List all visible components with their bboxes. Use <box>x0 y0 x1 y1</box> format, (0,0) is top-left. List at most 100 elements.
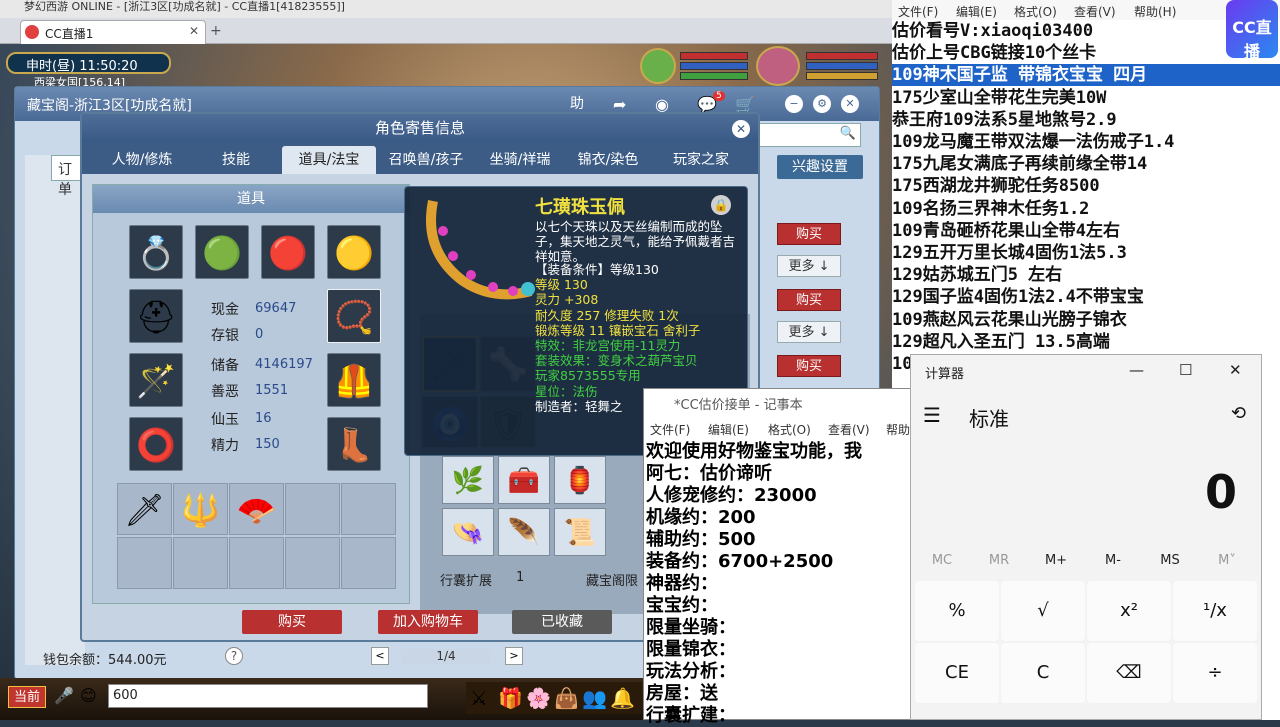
more-button[interactable]: 更多 ↓ <box>777 321 841 343</box>
settings-icon[interactable]: ⚙ <box>813 95 831 113</box>
bag-slot[interactable]: 🗡 <box>117 483 172 535</box>
menu-help[interactable]: 帮助(H) <box>1134 3 1176 20</box>
buy-button[interactable]: 购买 <box>777 355 841 377</box>
player-portrait-icon[interactable] <box>756 46 800 86</box>
emoji-icon[interactable]: 😊 <box>80 686 97 705</box>
price-list-item[interactable]: 109名扬三界神木任务1.2 <box>892 198 1280 220</box>
pet-portrait-icon[interactable] <box>640 48 676 84</box>
weapon-slot[interactable]: 🪄 <box>129 353 183 407</box>
price-list-item[interactable]: 129姑苏城五门5 左右 <box>892 264 1280 286</box>
backspace-button[interactable]: ⌫ <box>1087 643 1171 703</box>
close-icon[interactable]: ✕ <box>1229 361 1242 379</box>
menu-help[interactable]: 帮助 <box>886 421 910 438</box>
memory-list-button[interactable]: M˅ <box>1198 553 1256 568</box>
armor-slot[interactable]: 🦺 <box>327 353 381 407</box>
divide-button[interactable]: ÷ <box>1173 643 1257 703</box>
maximize-icon[interactable]: ☐ <box>1179 361 1192 379</box>
percent-button[interactable]: % <box>915 581 999 641</box>
helmet-slot[interactable]: ⛑ <box>129 289 183 343</box>
pendant-slot[interactable]: 📿 <box>327 289 381 343</box>
price-list-item[interactable]: 109神木国子监 带锦衣宝宝 四月 <box>892 64 1280 87</box>
sqrt-button[interactable]: √ <box>1001 581 1085 641</box>
bag-slot[interactable]: 👒 <box>442 508 494 556</box>
tab-home[interactable]: 玩家之家 <box>656 146 746 174</box>
ring-slot[interactable]: 💍 <box>129 225 183 279</box>
bag-slot[interactable] <box>285 537 340 589</box>
menu-format[interactable]: 格式(O) <box>768 421 811 438</box>
bag-slot[interactable]: 🪶 <box>498 508 550 556</box>
tab-pets[interactable]: 召唤兽/孩子 <box>376 146 476 174</box>
menu-view[interactable]: 查看(V) <box>828 421 870 438</box>
bag-slot[interactable] <box>229 537 284 589</box>
add-to-cart-button[interactable]: 加入购物车 <box>378 610 478 634</box>
menu-file[interactable]: 文件(F) <box>650 421 690 438</box>
interest-settings-button[interactable]: 兴趣设置 <box>777 155 863 179</box>
menu-file[interactable]: 文件(F) <box>898 3 938 20</box>
price-list-item[interactable]: 175西湖龙井狮驼任务8500 <box>892 175 1280 197</box>
reciprocal-button[interactable]: ¹/x <box>1173 581 1257 641</box>
team-skill-icon[interactable]: 👥 <box>582 686 607 710</box>
price-list-item[interactable]: 109燕赵风云花果山光膀子锦衣 <box>892 309 1280 331</box>
bag-slot[interactable]: 🌿 <box>442 456 494 504</box>
shoes-slot[interactable]: 👢 <box>327 417 381 471</box>
memory-recall-button[interactable]: MR <box>970 553 1028 568</box>
bag-slot[interactable] <box>341 537 396 589</box>
bag-skill-icon[interactable]: 👜 <box>554 686 579 710</box>
help-label[interactable]: 助 <box>570 93 584 113</box>
sword-skill-icon[interactable]: ⚔ <box>470 686 488 710</box>
flower-skill-icon[interactable]: 🌸 <box>526 686 551 710</box>
close-icon[interactable]: ✕ <box>841 95 859 113</box>
bag-slot[interactable]: 🪭 <box>229 483 284 535</box>
clear-button[interactable]: C <box>1001 643 1085 703</box>
bracelet-slot[interactable]: 🟡 <box>327 225 381 279</box>
tab-cc-live[interactable]: CC直播1 ✕ <box>20 20 206 44</box>
buy-button[interactable]: 购买 <box>777 223 841 245</box>
price-list-item[interactable]: 恭王府109法系5星地煞号2.9 <box>892 109 1280 131</box>
price-list-item[interactable]: 129超凡入圣五门 13.5高端 <box>892 331 1280 353</box>
chest-skill-icon[interactable]: 🎁 <box>498 686 523 710</box>
menu-format[interactable]: 格式(O) <box>1014 3 1057 20</box>
more-button[interactable]: 更多 ↓ <box>777 255 841 277</box>
search-icon[interactable]: 🔍 <box>840 126 856 141</box>
prev-page-button[interactable]: < <box>371 647 389 665</box>
menu-view[interactable]: 查看(V) <box>1074 3 1116 20</box>
next-page-button[interactable]: > <box>505 647 523 665</box>
tab-mounts[interactable]: 坐骑/祥瑞 <box>478 146 562 174</box>
channel-current[interactable]: 当前 <box>8 686 46 708</box>
new-tab-icon[interactable]: + <box>210 23 222 39</box>
bag-slot[interactable] <box>117 537 172 589</box>
price-list-item[interactable]: 109青岛砸桥花果山全带4左右 <box>892 220 1280 242</box>
buy-button[interactable]: 购买 <box>242 610 342 634</box>
help-icon[interactable]: ? <box>225 647 243 665</box>
memory-clear-button[interactable]: MC <box>913 553 971 568</box>
jade-slot[interactable]: 🟢 <box>195 225 249 279</box>
price-list-item[interactable]: 129五开万里长城4固伤1法5.3 <box>892 242 1280 264</box>
hamburger-menu-icon[interactable]: ☰ <box>923 403 941 427</box>
tab-skills[interactable]: 技能 <box>194 146 278 174</box>
chat-input[interactable]: 600 <box>108 684 428 708</box>
price-list-item[interactable]: 估价上号CBG链接10个丝卡 <box>892 42 1280 64</box>
price-list-item[interactable]: 175九尾女满底子再续前缘全带14 <box>892 153 1280 175</box>
close-icon[interactable]: ✕ <box>732 120 750 138</box>
memory-add-button[interactable]: M+ <box>1027 553 1085 568</box>
menu-edit[interactable]: 编辑(E) <box>708 421 749 438</box>
bag-slot[interactable] <box>285 483 340 535</box>
bag-slot[interactable]: 🏮 <box>554 456 606 504</box>
system-skill-icon[interactable]: 🔔 <box>610 686 635 710</box>
close-icon[interactable]: ✕ <box>189 24 199 38</box>
belt-slot[interactable]: ⭕ <box>129 417 183 471</box>
tab-items[interactable]: 道具/法宝 <box>282 146 376 174</box>
bag-slot[interactable]: 🧰 <box>498 456 550 504</box>
price-list-item[interactable]: 175少室山全带花生完美10W <box>892 87 1280 109</box>
minimize-icon[interactable]: − <box>785 95 803 113</box>
minimize-icon[interactable]: — <box>1129 361 1144 379</box>
price-list-item[interactable]: 129国子监4固伤1法2.4不带宝宝 <box>892 286 1280 308</box>
menu-edit[interactable]: 编辑(E) <box>956 3 997 20</box>
bag-slot[interactable] <box>341 483 396 535</box>
memory-subtract-button[interactable]: M- <box>1084 553 1142 568</box>
square-button[interactable]: x² <box>1087 581 1171 641</box>
tab-outfits[interactable]: 锦衣/染色 <box>566 146 650 174</box>
history-icon[interactable]: ⟲ <box>1231 403 1246 424</box>
bag-slot[interactable] <box>173 537 228 589</box>
price-list-item[interactable]: 109龙马魔王带双法爆一法伤戒子1.4 <box>892 131 1280 153</box>
